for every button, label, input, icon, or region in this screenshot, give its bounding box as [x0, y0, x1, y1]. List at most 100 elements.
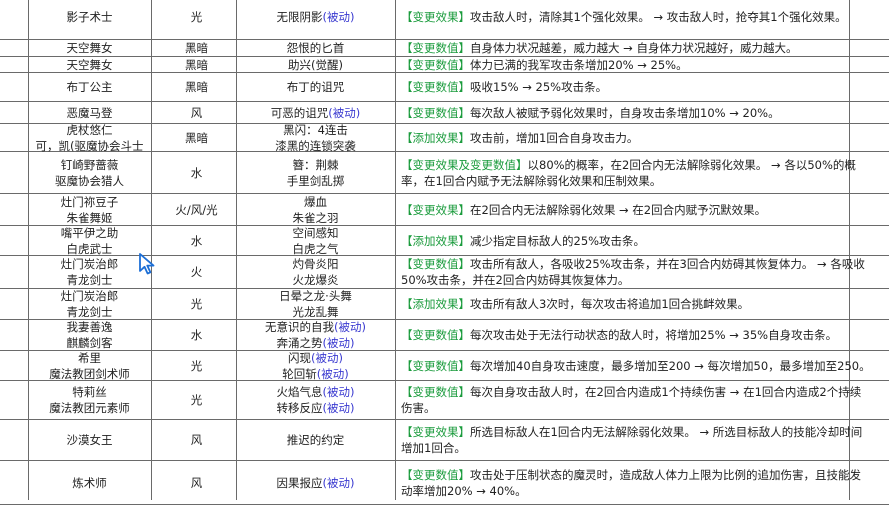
attribute-value: 光	[190, 10, 203, 24]
description-line: 增加1回合。	[401, 440, 466, 456]
passive-label: (被动)	[311, 350, 343, 365]
table-row: 钉崎野蔷薇 驱魔协会猎人水簪：荆棘 手里剑乱掷 【变更效果及变更数值】以80%的概率，…	[0, 152, 889, 194]
monster-name-cell: 天空舞女	[28, 40, 151, 56]
attribute-value: 黑暗	[185, 57, 208, 72]
change-description-cell: 【添加效果】攻击前，增加1回合自身攻击力。	[401, 124, 849, 151]
skill-line: 日晕之龙·头舞	[279, 288, 352, 304]
table-row: 天空舞女 黑暗 助兴(觉醒) 【变更数值】体力已满的我军攻击条增加20% → 25%。	[0, 57, 889, 73]
attribute-cell: 黑暗	[157, 73, 236, 101]
description-line: 【变更数值】攻击所有敌人，各吸收25%攻击条，并在3回合内妨碍其恢复体力。 → …	[401, 256, 865, 272]
attribute-value: 火/风/光	[175, 202, 218, 217]
skill-line: 火龙爆炎	[293, 272, 339, 288]
skill-name: 闪现	[288, 350, 311, 365]
skill-cell: 闪现(被动) 轮回斩(被动)	[236, 350, 395, 381]
description-text: 每次敌人被赋予弱化效果时，自身攻击条增加10% → 20%。	[470, 105, 780, 120]
change-type-tag: 【变更数值】	[401, 385, 470, 399]
attribute-value: 光	[190, 393, 203, 407]
skill-name: 因果报应	[276, 475, 323, 490]
attribute-cell: 光	[157, 351, 236, 380]
passive-label: (被动)	[322, 385, 355, 399]
description-line: 【添加效果】减少指定目标敌人的25%攻击条。	[401, 233, 645, 249]
skill-cell: 爆血 朱雀之羽	[236, 194, 395, 225]
description-text: 每次自身攻击敌人时，在2回合内造成1个持续伤害 → 在1回合内造成2个持续	[470, 385, 862, 399]
skill-name: 推迟的约定	[286, 433, 345, 447]
description-line: 【变更效果】所选目标敌人在1回合内无法解除弱化效果。 → 所选目标敌人的技能冷却…	[401, 424, 862, 440]
table-row: 希里 魔法教团剑术师光闪现(被动) 轮回斩(被动) 【变更数值】每次增加40自身攻击速…	[0, 351, 889, 381]
mouse-cursor-icon	[139, 253, 155, 275]
change-description-cell: 【变更数值】每次增加40自身攻击速度，最多增加至200 → 每次增加50，最多增…	[401, 351, 871, 380]
table-row: 恶魔马登 风 可恶的诅咒(被动) 【变更数值】每次敌人被赋予弱化效果时，自身攻击条增加…	[0, 102, 889, 124]
monster-name: 嘴平伊之助	[60, 225, 119, 240]
description-text: 攻击处于压制状态的魔灵时，造成敌人体力上限为比例的追加伤害，且技能发	[470, 467, 861, 482]
skill-line: 手里剑乱掷	[287, 173, 345, 189]
skill-line: 光龙乱舞	[293, 304, 339, 320]
table-row: 沙漠女王 风 推迟的约定 【变更效果】所选目标敌人在1回合内无法解除弱化效果。 → 所…	[0, 420, 889, 461]
monster-name: 特莉丝	[72, 385, 107, 399]
skill-name: 助兴(觉醒)	[288, 57, 343, 72]
skill-name: 空间感知	[292, 225, 339, 240]
attribute-value: 水	[190, 165, 203, 180]
skill-cell: 布丁的诅咒	[236, 73, 395, 101]
attribute-cell: 风	[157, 461, 236, 504]
skill-name: 可恶的诅咒	[270, 105, 329, 120]
table-row: 虎杖悠仁 可，凯(驱魔协会斗士 黑暗 黑闪：4连击 漆黑的连锁突袭 【添加效果】攻击前，增…	[0, 122, 889, 153]
description-line: 伤害。	[401, 400, 436, 416]
monster-name: 虎杖悠仁	[66, 122, 113, 137]
monster-name: 朱雀舞姬	[66, 210, 113, 225]
description-text: 攻击所有敌人，各吸收25%攻击条，并在3回合内妨碍其恢复体力。 → 各吸收	[470, 257, 865, 271]
passive-label: (被动)	[322, 10, 355, 24]
monster-name-cell: 炼术师	[28, 461, 151, 504]
skill-cell: 无意识的自我(被动) 奔涌之势(被动)	[236, 320, 395, 350]
skill-name: 灼骨炎阳	[292, 257, 339, 271]
description-text: 自身体力状况越差，威力越大 → 自身体力状况越好，威力越大。	[470, 41, 798, 55]
monster-name-cell: 天空舞女	[28, 57, 151, 72]
attribute-cell: 光	[157, 381, 236, 419]
attribute-value: 火	[190, 265, 203, 279]
description-text: 50%攻击条，并在2回合内妨碍其恢复体力。	[401, 273, 630, 287]
description-text: 攻击敌人时，清除其1个强化效果。 → 攻击敌人时，抢夺其1个强化效果。	[470, 10, 847, 24]
description-line: 【变更数值】每次敌人被赋予弱化效果时，自身攻击条增加10% → 20%。	[401, 105, 780, 121]
skill-line: 黑闪：4连击	[283, 122, 348, 138]
passive-label: (被动)	[322, 401, 355, 415]
passive-label: (被动)	[328, 105, 361, 120]
description-line: 【添加效果】攻击所有敌人3次时，每次攻击将追加1回合挑衅效果。	[401, 296, 749, 312]
attribute-value: 风	[190, 475, 203, 490]
skill-line: 布丁的诅咒	[287, 79, 345, 95]
skill-name: 怨恨的匕首	[286, 41, 345, 55]
description-text: 动率增加20% → 40%。	[401, 483, 527, 498]
description-text: 体力已满的我军攻击条增加20% → 25%。	[470, 57, 688, 72]
skill-name: 手里剑乱掷	[286, 173, 345, 188]
attribute-value: 光	[190, 358, 203, 373]
change-type-tag: 【变更效果】	[401, 425, 470, 439]
monster-name: 青龙剑士	[66, 273, 113, 287]
change-type-tag: 【变更数值】	[401, 257, 470, 271]
description-text: 伤害。	[401, 401, 436, 415]
description-line: 率，在1回合内赋予无法解除弱化效果和压制效果。	[401, 173, 661, 189]
change-description-cell: 【变更效果】在2回合内无法解除弱化效果 → 在2回合内赋予沉默效果。	[401, 194, 849, 225]
description-line: 【变更数值】吸收15% → 25%攻击条。	[401, 79, 607, 95]
skill-cell: 簪：荆棘 手里剑乱掷	[236, 152, 395, 193]
skill-name: 无意识的自我	[265, 320, 334, 334]
attribute-cell: 光	[157, 289, 236, 319]
skill-name: 无限阴影	[276, 10, 323, 24]
description-text: 攻击所有敌人3次时，每次攻击将追加1回合挑衅效果。	[470, 297, 750, 311]
monster-name: 灶门祢豆子	[60, 194, 119, 209]
skill-line: 推迟的约定	[287, 432, 345, 448]
description-line: 【添加效果】攻击前，增加1回合自身攻击力。	[401, 130, 638, 146]
attribute-cell: 风	[157, 420, 236, 460]
description-text: 在2回合内无法解除弱化效果 → 在2回合内赋予沉默效果。	[470, 202, 767, 217]
table-row: 布丁公主 黑暗 布丁的诅咒 【变更数值】吸收15% → 25%攻击条。	[0, 73, 889, 102]
skill-name: 漆黑的连锁突袭	[275, 138, 356, 153]
description-line: 【变更数值】攻击处于压制状态的魔灵时，造成敌人体力上限为比例的追加伤害，且技能发	[401, 467, 861, 483]
skill-line: 白虎之气	[293, 241, 339, 257]
description-line: 【变更效果及变更数值】以80%的概率，在2回合内无法解除弱化效果。 → 各以50…	[401, 157, 856, 173]
table-row: 特莉丝 魔法教团元素师光火焰气息(被动) 转移反应(被动) 【变更数值】每次自身攻击敌…	[0, 381, 889, 420]
monster-name: 天空舞女	[66, 57, 113, 72]
change-description-cell: 【变更数值】攻击处于压制状态的魔灵时，造成敌人体力上限为比例的追加伤害，且技能发…	[401, 461, 861, 504]
skill-line: 可恶的诅咒(被动)	[271, 105, 360, 121]
table-row: 嘴平伊之助 白虎武士水空间感知 白虎之气 【添加效果】减少指定目标敌人的25%攻击条。	[0, 226, 889, 256]
skill-line: 火焰气息(被动)	[277, 384, 355, 400]
description-text: 减少指定目标敌人的25%攻击条。	[470, 233, 646, 248]
passive-label: (被动)	[322, 336, 355, 350]
change-type-tag: 【变更效果及变更数值】	[401, 157, 528, 172]
